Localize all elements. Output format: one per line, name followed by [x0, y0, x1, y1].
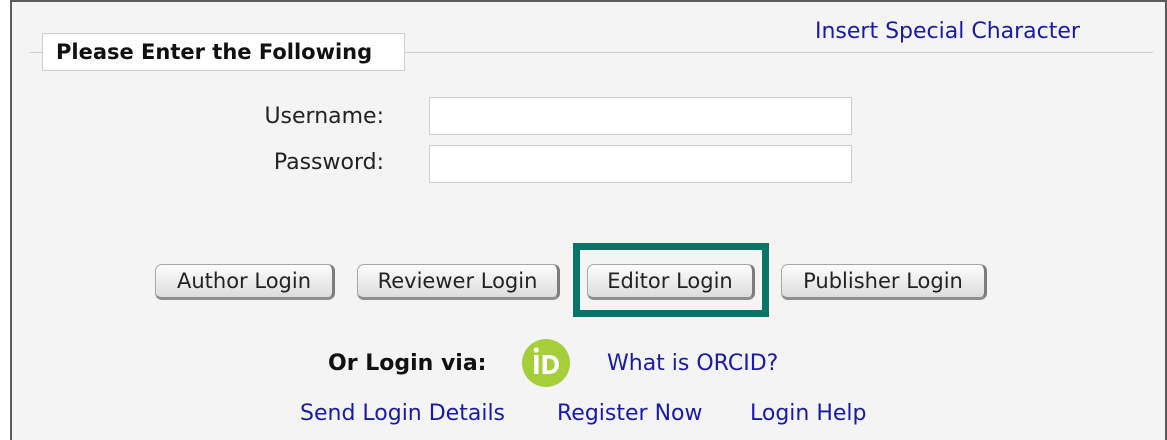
publisher-login-button[interactable]: Publisher Login: [781, 264, 987, 300]
orcid-login-label: Or Login via:: [328, 351, 487, 376]
password-label: Password:: [273, 150, 384, 175]
orcid-icon[interactable]: [522, 339, 570, 387]
what-is-orcid-link[interactable]: What is ORCID?: [607, 349, 778, 379]
reviewer-login-button[interactable]: Reviewer Login: [357, 264, 560, 300]
username-label: Username:: [264, 104, 384, 129]
editor-login-highlight: [573, 243, 769, 317]
login-help-link[interactable]: Login Help: [750, 399, 867, 429]
form-legend: Please Enter the Following: [42, 33, 405, 71]
username-input[interactable]: [429, 97, 852, 135]
insert-special-character-link[interactable]: Insert Special Character: [815, 18, 1080, 46]
password-input[interactable]: [429, 145, 852, 183]
register-now-link[interactable]: Register Now: [557, 399, 702, 429]
author-login-button[interactable]: Author Login: [155, 264, 335, 300]
send-login-details-link[interactable]: Send Login Details: [300, 399, 505, 429]
